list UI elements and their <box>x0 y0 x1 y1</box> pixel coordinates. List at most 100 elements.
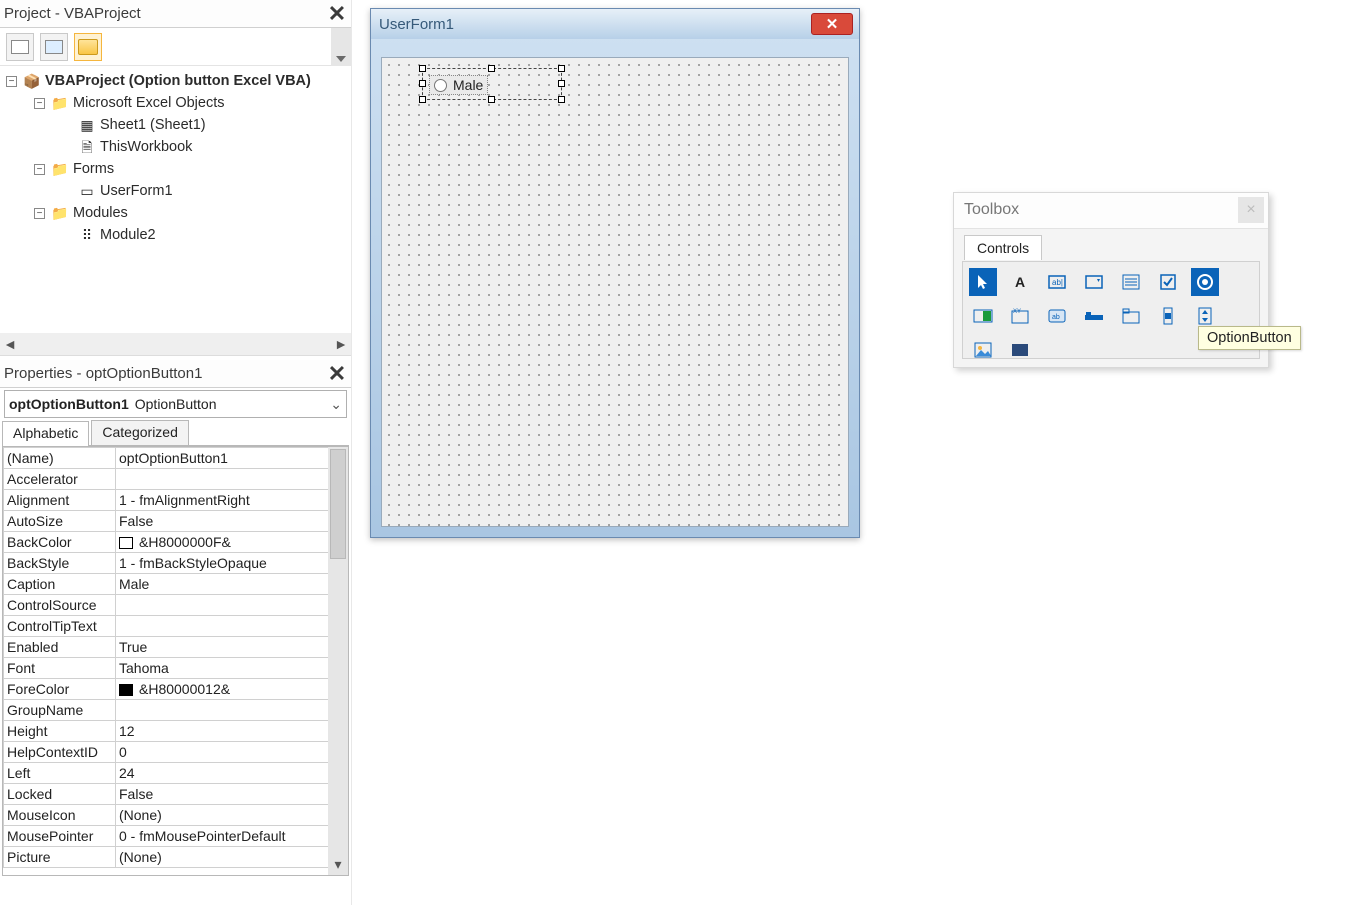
property-value[interactable]: (None) <box>116 805 348 826</box>
toolbar-scroll[interactable] <box>331 28 351 66</box>
property-row[interactable]: HelpContextID0 <box>4 742 348 763</box>
property-row[interactable]: Picture(None) <box>4 847 348 868</box>
property-row[interactable]: (Name)optOptionButton1 <box>4 448 348 469</box>
close-icon[interactable]: × <box>1238 197 1264 223</box>
property-row[interactable]: Height12 <box>4 721 348 742</box>
combobox-tool-icon[interactable] <box>1080 268 1108 296</box>
close-icon[interactable]: ✕ <box>325 360 349 384</box>
property-row[interactable]: FontTahoma <box>4 658 348 679</box>
property-row[interactable]: ControlSource <box>4 595 348 616</box>
scroll-right-icon[interactable]: ► <box>331 334 351 354</box>
project-root[interactable]: VBAProject (Option button Excel VBA) <box>45 70 311 92</box>
scroll-thumb[interactable] <box>330 449 346 559</box>
resize-handle[interactable] <box>488 96 495 103</box>
frame-tool-icon[interactable]: XY <box>1006 302 1034 330</box>
tree-node[interactable]: Sheet1 (Sheet1) <box>100 114 206 136</box>
property-row[interactable]: AutoSizeFalse <box>4 511 348 532</box>
refedit-tool-icon[interactable] <box>1006 336 1034 364</box>
scroll-down-icon[interactable]: ▾ <box>328 856 348 873</box>
property-value[interactable]: &H8000000F& <box>116 532 348 553</box>
scrollbar-tool-icon[interactable] <box>1154 302 1182 330</box>
property-value[interactable]: 0 - fmMousePointerDefault <box>116 826 348 847</box>
toggle-folders-button[interactable] <box>74 33 102 61</box>
resize-handle[interactable] <box>558 80 565 87</box>
resize-handle[interactable] <box>419 65 426 72</box>
property-value[interactable]: False <box>116 784 348 805</box>
tree-node[interactable]: Microsoft Excel Objects <box>73 92 225 114</box>
scroll-left-icon[interactable]: ◄ <box>0 334 20 354</box>
property-row[interactable]: Alignment1 - fmAlignmentRight <box>4 490 348 511</box>
expander-icon[interactable]: − <box>6 76 17 87</box>
pointer-tool-icon[interactable] <box>969 268 997 296</box>
property-value[interactable]: False <box>116 511 348 532</box>
property-value[interactable]: 1 - fmBackStyleOpaque <box>116 553 348 574</box>
checkbox-tool-icon[interactable] <box>1154 268 1182 296</box>
property-row[interactable]: LockedFalse <box>4 784 348 805</box>
property-value[interactable]: True <box>116 637 348 658</box>
tree-node[interactable]: Modules <box>73 202 128 224</box>
optionbutton-tool-icon[interactable] <box>1191 268 1219 296</box>
property-row[interactable]: BackStyle1 - fmBackStyleOpaque <box>4 553 348 574</box>
property-row[interactable]: ControlTipText <box>4 616 348 637</box>
property-value[interactable]: Male <box>116 574 348 595</box>
property-value[interactable]: 0 <box>116 742 348 763</box>
property-value[interactable]: 24 <box>116 763 348 784</box>
hscrollbar[interactable]: ◄ ► <box>0 333 351 355</box>
optionbutton-control[interactable]: Male <box>429 75 488 95</box>
property-row[interactable]: Accelerator <box>4 469 348 490</box>
property-value[interactable] <box>116 595 348 616</box>
image-tool-icon[interactable] <box>969 336 997 364</box>
form-design-surface[interactable]: Male <box>381 57 849 527</box>
label-tool-icon[interactable]: A <box>1006 268 1034 296</box>
close-icon[interactable]: ✕ <box>325 0 349 24</box>
property-value[interactable]: optOptionButton1 <box>116 448 348 469</box>
property-value[interactable]: (None) <box>116 847 348 868</box>
tree-node[interactable]: ThisWorkbook <box>100 136 192 158</box>
tab-alphabetic[interactable]: Alphabetic <box>2 421 89 446</box>
property-value[interactable]: &H80000012& <box>116 679 348 700</box>
tab-categorized[interactable]: Categorized <box>91 420 189 445</box>
property-row[interactable]: EnabledTrue <box>4 637 348 658</box>
resize-handle[interactable] <box>419 96 426 103</box>
property-row[interactable]: Left24 <box>4 763 348 784</box>
property-value[interactable] <box>116 616 348 637</box>
property-value[interactable] <box>116 469 348 490</box>
object-selector[interactable]: optOptionButton1 OptionButton ⌄ <box>4 390 347 418</box>
option-radio[interactable] <box>434 79 447 92</box>
expander-icon[interactable]: − <box>34 98 45 109</box>
property-value[interactable]: Tahoma <box>116 658 348 679</box>
multipage-tool-icon[interactable] <box>1117 302 1145 330</box>
property-row[interactable]: CaptionMale <box>4 574 348 595</box>
property-row[interactable]: MousePointer0 - fmMousePointerDefault <box>4 826 348 847</box>
tree-node[interactable]: Forms <box>73 158 114 180</box>
listbox-tool-icon[interactable] <box>1117 268 1145 296</box>
chevron-down-icon[interactable]: ⌄ <box>330 396 342 413</box>
view-object-button[interactable] <box>40 33 68 61</box>
property-row[interactable]: MouseIcon(None) <box>4 805 348 826</box>
expander-icon[interactable]: − <box>34 208 45 219</box>
toolbox-titlebar[interactable]: Toolbox × <box>954 193 1268 229</box>
selection-rectangle[interactable]: Male <box>422 68 562 100</box>
tabstrip-tool-icon[interactable] <box>1080 302 1108 330</box>
togglebutton-tool-icon[interactable] <box>969 302 997 330</box>
close-button[interactable]: ✕ <box>811 13 853 35</box>
resize-handle[interactable] <box>488 65 495 72</box>
view-code-button[interactable] <box>6 33 34 61</box>
textbox-tool-icon[interactable]: ab| <box>1043 268 1071 296</box>
tree-node[interactable]: UserForm1 <box>100 180 173 202</box>
resize-handle[interactable] <box>558 65 565 72</box>
userform-titlebar[interactable]: UserForm1 ✕ <box>371 9 859 39</box>
tab-controls[interactable]: Controls <box>964 235 1042 260</box>
property-value[interactable]: 1 - fmAlignmentRight <box>116 490 348 511</box>
resize-handle[interactable] <box>419 80 426 87</box>
property-row[interactable]: ForeColor&H80000012& <box>4 679 348 700</box>
property-value[interactable]: 12 <box>116 721 348 742</box>
property-grid[interactable]: (Name)optOptionButton1AcceleratorAlignme… <box>3 447 348 868</box>
resize-handle[interactable] <box>558 96 565 103</box>
commandbutton-tool-icon[interactable]: ab <box>1043 302 1071 330</box>
userform-designer[interactable]: UserForm1 ✕ Male <box>370 8 860 538</box>
expander-icon[interactable]: − <box>34 164 45 175</box>
property-row[interactable]: GroupName <box>4 700 348 721</box>
project-tree[interactable]: − 📦 VBAProject (Option button Excel VBA)… <box>0 66 351 316</box>
vscrollbar[interactable]: ▾ <box>328 447 348 875</box>
